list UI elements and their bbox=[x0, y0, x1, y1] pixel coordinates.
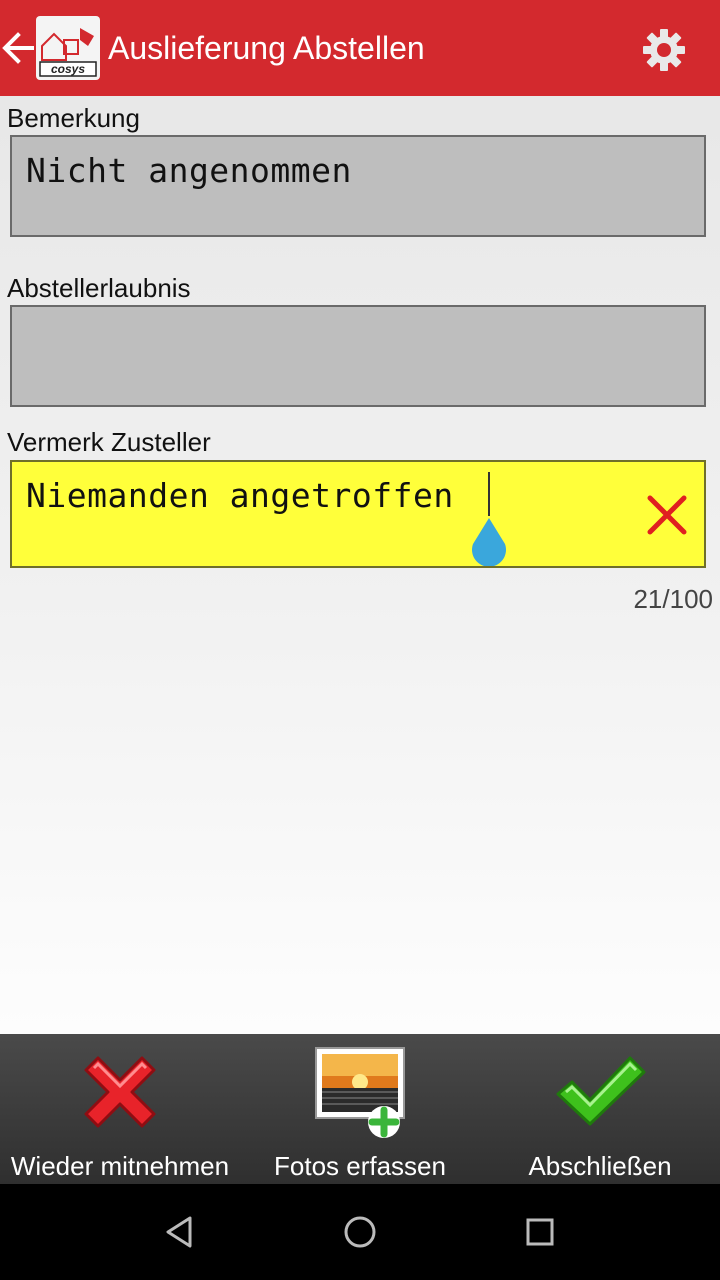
green-check-icon bbox=[556, 1056, 646, 1126]
arrow-left-icon bbox=[2, 32, 34, 64]
action-bar: Wieder mitnehmen Fotos erfassen Abschlie… bbox=[0, 1034, 720, 1184]
back-triangle-icon[interactable] bbox=[160, 1212, 200, 1252]
bemerkung-field[interactable]: Nicht angenommen bbox=[10, 135, 706, 237]
char-counter: 21/100 bbox=[633, 584, 713, 614]
red-x-icon bbox=[84, 1056, 156, 1128]
back-button[interactable] bbox=[0, 26, 36, 70]
add-photo-icon bbox=[315, 1047, 405, 1138]
abstellerlaubnis-field[interactable] bbox=[10, 305, 706, 407]
clear-icon[interactable] bbox=[642, 490, 692, 540]
abschliessen-button[interactable]: Abschließen bbox=[480, 1034, 720, 1184]
vermerk-input[interactable]: Niemanden angetroffen bbox=[10, 460, 706, 568]
cursor-handle-icon[interactable] bbox=[467, 516, 511, 566]
wieder-mitnehmen-label: Wieder mitnehmen bbox=[10, 1151, 230, 1181]
bemerkung-value: Nicht angenommen bbox=[26, 151, 352, 190]
settings-button[interactable] bbox=[640, 26, 688, 74]
abstellerlaubnis-label: Abstellerlaubnis bbox=[7, 273, 191, 303]
fotos-erfassen-label: Fotos erfassen bbox=[274, 1151, 446, 1181]
text-cursor bbox=[488, 472, 490, 516]
gear-icon bbox=[643, 29, 685, 71]
bemerkung-label: Bemerkung bbox=[7, 103, 140, 133]
vermerk-value: Niemanden angetroffen bbox=[26, 476, 454, 515]
abschliessen-label: Abschließen bbox=[528, 1151, 672, 1181]
fotos-erfassen-button[interactable]: Fotos erfassen bbox=[240, 1034, 480, 1184]
app-logo: cosys bbox=[36, 16, 100, 80]
wieder-mitnehmen-button[interactable]: Wieder mitnehmen bbox=[0, 1034, 240, 1184]
page-title: Auslieferung Abstellen bbox=[108, 30, 425, 66]
logo-text: cosys bbox=[51, 62, 85, 76]
app-bar: cosys Auslieferung Abstellen bbox=[0, 0, 720, 96]
vermerk-label: Vermerk Zusteller bbox=[7, 427, 211, 457]
home-circle-icon[interactable] bbox=[340, 1212, 380, 1252]
recents-square-icon[interactable] bbox=[520, 1212, 560, 1252]
system-navigation-bar bbox=[0, 1184, 720, 1280]
